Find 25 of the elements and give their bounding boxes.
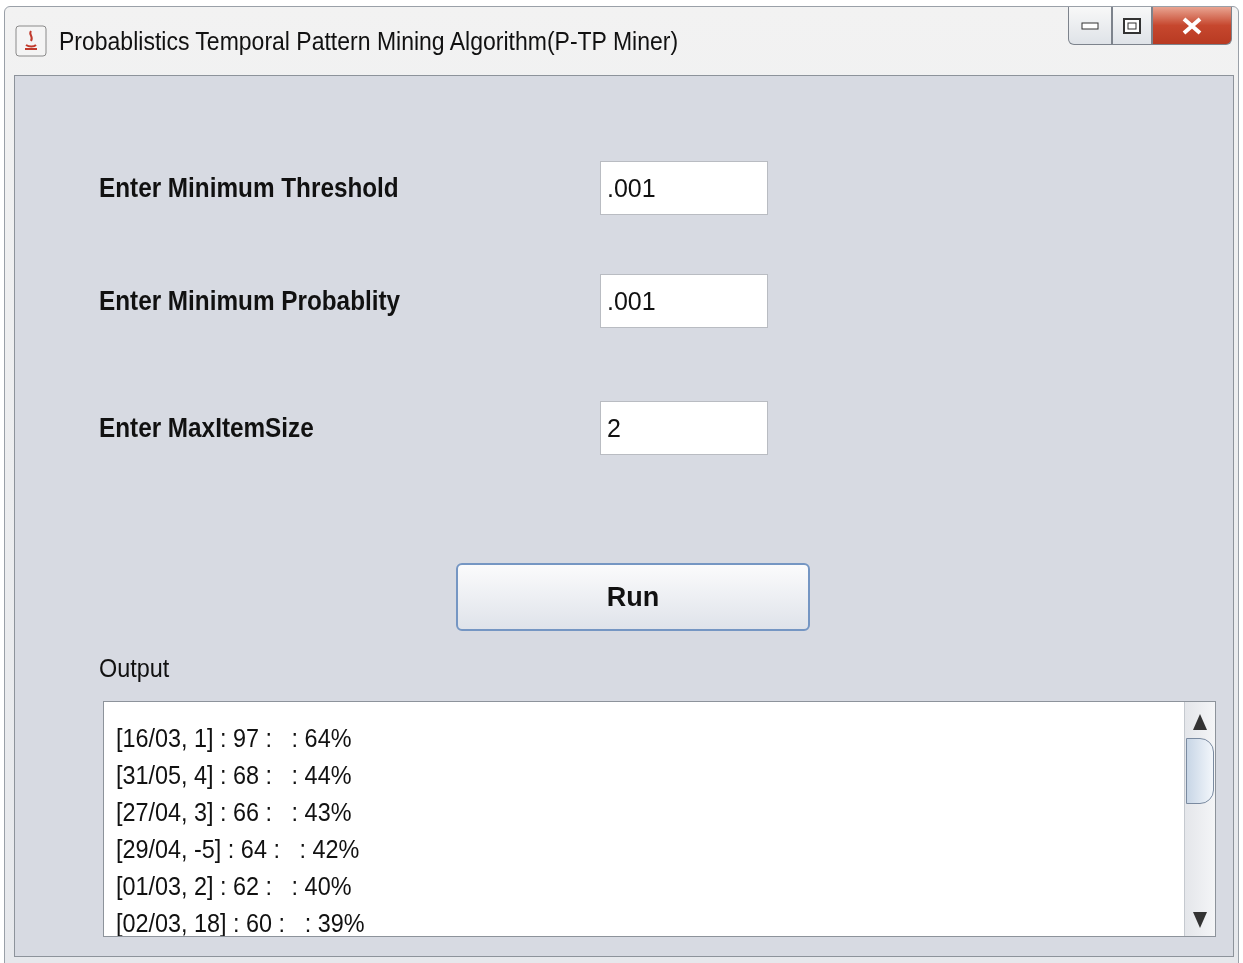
output-line: [16/03, 1] : 97 : : 64% [116,722,353,755]
run-button[interactable]: Run [456,563,810,631]
output-label: Output [99,653,170,684]
input-field[interactable]: 2 [600,401,768,455]
minimize-icon [1081,21,1099,30]
input-field[interactable]: .001 [600,274,768,328]
output-line: [29/04, -5] : 64 : : 42% [116,833,361,866]
input-field[interactable]: .001 [600,161,768,215]
close-icon [1182,16,1202,35]
field-label: Enter Minimum Threshold [99,172,400,204]
output-line: [31/05, 4] : 68 : : 44% [116,759,353,792]
java-app-icon [15,25,47,57]
field-label: Enter MaxItemSize [99,412,315,444]
field-label: Enter Minimum Probablity [99,285,402,317]
window-title: Probablistics Temporal Pattern Mining Algorithm(P-TP Miner) [59,26,679,56]
close-button[interactable] [1152,7,1232,45]
output-line: [01/03, 2] : 62 : : 40% [116,870,353,903]
minimize-button[interactable] [1068,7,1112,45]
scroll-down-icon[interactable] [1192,910,1208,930]
output-line: [27/04, 3] : 66 : : 43% [116,796,353,829]
scroll-up-icon[interactable] [1192,712,1208,732]
scrollbar[interactable] [1184,702,1215,936]
scroll-thumb[interactable] [1186,738,1214,804]
maximize-icon [1123,17,1141,34]
maximize-button[interactable] [1112,7,1152,45]
